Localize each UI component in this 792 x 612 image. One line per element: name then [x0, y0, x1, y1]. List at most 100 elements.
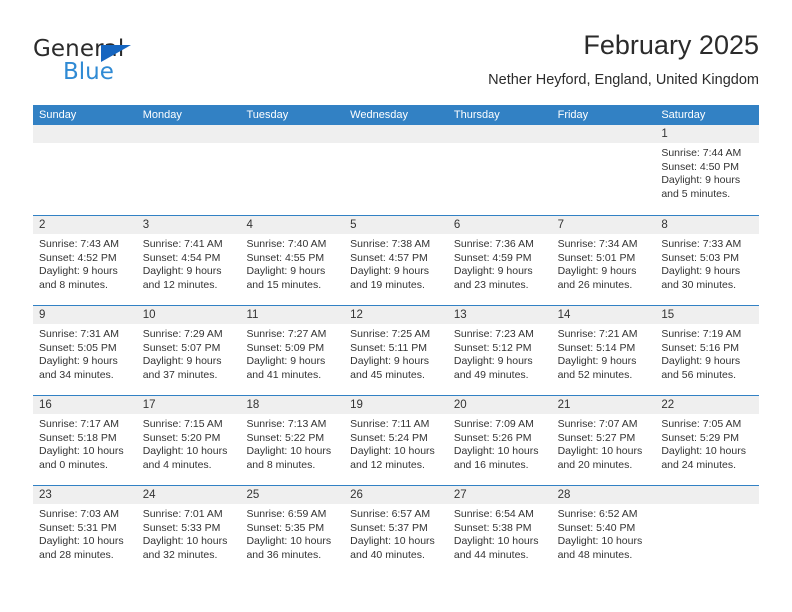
daylight-text: Daylight: 10 hours and 40 minutes.	[350, 535, 435, 561]
calendar-day-cell[interactable]: 14 Sunrise: 7:21 AM Sunset: 5:14 PM Dayligh…	[551, 306, 656, 395]
calendar-day-cell[interactable]: 6 Sunrise: 7:36 AM Sunset: 4:59 PM Daylight…	[447, 216, 552, 305]
sunrise-text: Sunrise: 7:34 AM	[557, 238, 638, 250]
daylight-text: Daylight: 9 hours and 34 minutes.	[39, 355, 118, 381]
sunset-text: Sunset: 4:50 PM	[661, 160, 739, 173]
day-number: 2	[33, 216, 137, 234]
sunrise-text: Sunrise: 6:52 AM	[557, 508, 638, 520]
sunset-text: Sunset: 5:24 PM	[350, 431, 428, 444]
day-number: 6	[447, 216, 552, 234]
weekday-header-row: Sunday Monday Tuesday Wednesday Thursday Frid…	[33, 105, 759, 125]
calendar-week-row: 1 Sunrise: 7:44 AM Sunset: 4:50 PM Daylight…	[33, 125, 760, 215]
sunrise-text: Sunrise: 7:40 AM	[246, 238, 327, 250]
sunset-text: Sunset: 5:29 PM	[661, 431, 739, 444]
calendar-day-cell[interactable]: 21 Sunrise: 7:07 AM Sunset: 5:27 PM Dayligh…	[551, 396, 656, 485]
calendar-day-cell[interactable]: 15 Sunrise: 7:19 AM Sunset: 5:16 PM Dayligh…	[655, 306, 760, 395]
day-number: 28	[551, 486, 656, 504]
daylight-text: Daylight: 9 hours and 23 minutes.	[453, 265, 533, 291]
day-sun-info: Sunrise: 6:54 AM Sunset: 5:38 PM Daylight:…	[448, 504, 552, 562]
calendar-weeks: 1 Sunrise: 7:44 AM Sunset: 4:50 PM Daylight…	[33, 125, 760, 575]
sunrise-text: Sunrise: 7:44 AM	[661, 147, 742, 159]
sunrise-text: Sunrise: 7:36 AM	[453, 238, 534, 250]
day-number: 8	[655, 216, 760, 234]
logo-text-blue: Blue	[63, 59, 114, 85]
calendar-day-cell[interactable]: 23 Sunrise: 7:03 AM Sunset: 5:31 PM Dayligh…	[33, 486, 137, 575]
daylight-text: Daylight: 9 hours and 19 minutes.	[350, 265, 429, 291]
weekday-header-tuesday: Tuesday	[246, 109, 289, 121]
calendar-day-cell[interactable]: 25 Sunrise: 6:59 AM Sunset: 5:35 PM Dayligh…	[240, 486, 345, 575]
daylight-text: Daylight: 10 hours and 0 minutes.	[39, 445, 124, 471]
sunrise-text: Sunrise: 7:13 AM	[246, 418, 327, 430]
calendar-day-cell[interactable]: 5 Sunrise: 7:38 AM Sunset: 4:57 PM Daylight…	[344, 216, 448, 305]
daylight-text: Daylight: 10 hours and 8 minutes.	[246, 445, 332, 471]
day-number: 10	[136, 306, 241, 324]
calendar-day-cell[interactable]: 28 Sunrise: 6:52 AM Sunset: 5:40 PM Dayligh…	[551, 486, 656, 575]
calendar-day-cell[interactable]: 10 Sunrise: 7:29 AM Sunset: 5:07 PM Dayligh…	[136, 306, 241, 395]
sunrise-text: Sunrise: 7:38 AM	[350, 238, 431, 250]
day-number: 4	[240, 216, 345, 234]
calendar-week-row: 2 Sunrise: 7:43 AM Sunset: 4:52 PM Daylight…	[33, 215, 760, 305]
calendar-day-cell-empty	[344, 125, 448, 215]
calendar-day-cell[interactable]: 22 Sunrise: 7:05 AM Sunset: 5:29 PM Dayligh…	[655, 396, 760, 485]
day-sun-info: Sunrise: 7:29 AM Sunset: 5:07 PM Daylight:…	[137, 324, 241, 382]
calendar-day-cell[interactable]: 17 Sunrise: 7:15 AM Sunset: 5:20 PM Dayligh…	[136, 396, 241, 485]
calendar-week-row: 16 Sunrise: 7:17 AM Sunset: 5:18 PM Dayligh…	[33, 395, 760, 485]
sunset-text: Sunset: 5:09 PM	[246, 341, 325, 354]
calendar-day-cell[interactable]: 26 Sunrise: 6:57 AM Sunset: 5:37 PM Dayligh…	[344, 486, 448, 575]
day-sun-info: Sunrise: 7:44 AM Sunset: 4:50 PM Daylight:…	[655, 143, 759, 201]
calendar-day-cell[interactable]: 24 Sunrise: 7:01 AM Sunset: 5:33 PM Dayligh…	[136, 486, 241, 575]
calendar-day-cell[interactable]: 1 Sunrise: 7:44 AM Sunset: 4:50 PM Daylight…	[655, 125, 760, 215]
calendar-day-cell[interactable]: 3 Sunrise: 7:41 AM Sunset: 4:54 PM Daylight…	[136, 216, 241, 305]
calendar-day-cell[interactable]: 27 Sunrise: 6:54 AM Sunset: 5:38 PM Dayligh…	[447, 486, 552, 575]
day-sun-info: Sunrise: 7:11 AM Sunset: 5:24 PM Daylight:…	[344, 414, 448, 472]
daylight-text: Daylight: 9 hours and 52 minutes.	[557, 355, 637, 381]
sunrise-text: Sunrise: 7:27 AM	[246, 328, 327, 340]
sunrise-text: Sunrise: 6:54 AM	[453, 508, 534, 520]
calendar-day-cell[interactable]: 18 Sunrise: 7:13 AM Sunset: 5:22 PM Dayligh…	[240, 396, 345, 485]
day-number: 23	[33, 486, 137, 504]
day-number: 11	[240, 306, 345, 324]
calendar-day-cell[interactable]: 19 Sunrise: 7:11 AM Sunset: 5:24 PM Dayligh…	[344, 396, 448, 485]
calendar-day-cell[interactable]: 9 Sunrise: 7:31 AM Sunset: 5:05 PM Daylight…	[33, 306, 137, 395]
calendar-day-cell[interactable]: 12 Sunrise: 7:25 AM Sunset: 5:11 PM Dayligh…	[344, 306, 448, 395]
day-sun-info: Sunrise: 7:07 AM Sunset: 5:27 PM Daylight:…	[552, 414, 656, 472]
calendar-day-cell-empty	[551, 125, 656, 215]
sunrise-text: Sunrise: 7:23 AM	[453, 328, 534, 340]
day-sun-info: Sunrise: 7:27 AM Sunset: 5:09 PM Daylight:…	[240, 324, 344, 382]
sunset-text: Sunset: 5:14 PM	[557, 341, 636, 354]
day-sun-info: Sunrise: 7:34 AM Sunset: 5:01 PM Daylight:…	[552, 234, 656, 292]
calendar-day-cell[interactable]: 11 Sunrise: 7:27 AM Sunset: 5:09 PM Dayligh…	[240, 306, 345, 395]
sunset-text: Sunset: 5:05 PM	[39, 341, 117, 354]
day-number	[136, 125, 241, 143]
calendar-day-cell[interactable]: 13 Sunrise: 7:23 AM Sunset: 5:12 PM Dayligh…	[447, 306, 552, 395]
calendar-day-cell[interactable]: 7 Sunrise: 7:34 AM Sunset: 5:01 PM Daylight…	[551, 216, 656, 305]
sunrise-text: Sunrise: 7:43 AM	[39, 238, 119, 250]
calendar-day-cell-empty	[655, 486, 760, 575]
daylight-text: Daylight: 9 hours and 30 minutes.	[661, 265, 741, 291]
calendar-day-cell[interactable]: 16 Sunrise: 7:17 AM Sunset: 5:18 PM Dayligh…	[33, 396, 137, 485]
day-sun-info: Sunrise: 7:03 AM Sunset: 5:31 PM Daylight:…	[33, 504, 137, 562]
day-number: 1	[655, 125, 760, 143]
day-sun-info: Sunrise: 7:17 AM Sunset: 5:18 PM Daylight:…	[33, 414, 137, 472]
weekday-header-saturday: Saturday	[661, 109, 706, 121]
calendar-day-cell[interactable]: 20 Sunrise: 7:09 AM Sunset: 5:26 PM Dayligh…	[447, 396, 552, 485]
day-number: 26	[344, 486, 448, 504]
day-sun-info: Sunrise: 7:40 AM Sunset: 4:55 PM Daylight:…	[240, 234, 344, 292]
day-number: 17	[136, 396, 241, 414]
day-number: 27	[447, 486, 552, 504]
sunrise-text: Sunrise: 7:09 AM	[453, 418, 534, 430]
sunrise-text: Sunrise: 6:57 AM	[350, 508, 431, 520]
daylight-text: Daylight: 10 hours and 16 minutes.	[453, 445, 539, 471]
calendar-day-cell-empty	[447, 125, 552, 215]
calendar-day-cell[interactable]: 4 Sunrise: 7:40 AM Sunset: 4:55 PM Daylight…	[240, 216, 345, 305]
day-sun-info: Sunrise: 7:41 AM Sunset: 4:54 PM Daylight:…	[137, 234, 241, 292]
daylight-text: Daylight: 9 hours and 15 minutes.	[246, 265, 326, 291]
calendar-day-cell[interactable]: 8 Sunrise: 7:33 AM Sunset: 5:03 PM Daylight…	[655, 216, 760, 305]
day-number: 14	[551, 306, 656, 324]
sunset-text: Sunset: 5:03 PM	[661, 251, 739, 264]
day-number: 20	[447, 396, 552, 414]
day-number: 24	[136, 486, 241, 504]
day-sun-info: Sunrise: 7:36 AM Sunset: 4:59 PM Daylight:…	[448, 234, 552, 292]
weekday-header-monday: Monday	[142, 109, 182, 121]
calendar-day-cell[interactable]: 2 Sunrise: 7:43 AM Sunset: 4:52 PM Daylight…	[33, 216, 137, 305]
day-sun-info: Sunrise: 7:13 AM Sunset: 5:22 PM Daylight:…	[240, 414, 344, 472]
